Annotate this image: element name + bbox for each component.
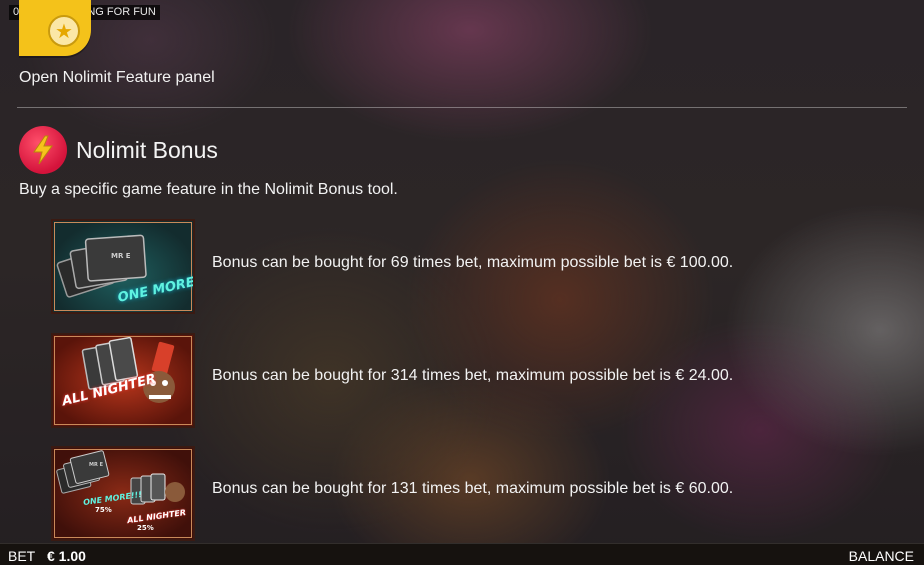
bottom-bar: BET € 1.00 BALANCE (0, 543, 924, 565)
thumb-label-75-percent: 75% (95, 506, 112, 514)
feature-panel-button[interactable]: ★ (19, 0, 91, 56)
thumb-label-mr-e: MR E (111, 252, 131, 260)
bonus-image-all-nighter: ALL NIGHTER (51, 333, 195, 428)
open-feature-panel-text: Open Nolimit Feature panel (19, 69, 215, 86)
bonus-image-combined: MR E ONE MORE!!! 75% ALL NIGHTER 25% (51, 446, 195, 541)
bonus-section-description: Buy a specific game feature in the Nolim… (19, 181, 398, 198)
bet-label: BET (8, 548, 36, 564)
thumb-label-25-percent: 25% (137, 524, 154, 532)
balance-label: BALANCE (848, 548, 914, 564)
bonus-description-2: Bonus can be bought for 314 times bet, m… (212, 367, 734, 384)
lightning-icon (19, 126, 67, 174)
star-icon: ★ (48, 15, 80, 47)
bonus-description-3: Bonus can be bought for 131 times bet, m… (212, 480, 734, 497)
section-divider (17, 107, 907, 108)
bonus-image-one-more: MR E ONE MORE!!! (51, 219, 195, 314)
bonus-description-1: Bonus can be bought for 69 times bet, ma… (212, 254, 734, 271)
bet-value[interactable]: € 1.00 (47, 548, 86, 564)
bonus-section-title: Nolimit Bonus (76, 137, 218, 163)
thumb-label-mr-e-small: MR E (89, 462, 103, 468)
